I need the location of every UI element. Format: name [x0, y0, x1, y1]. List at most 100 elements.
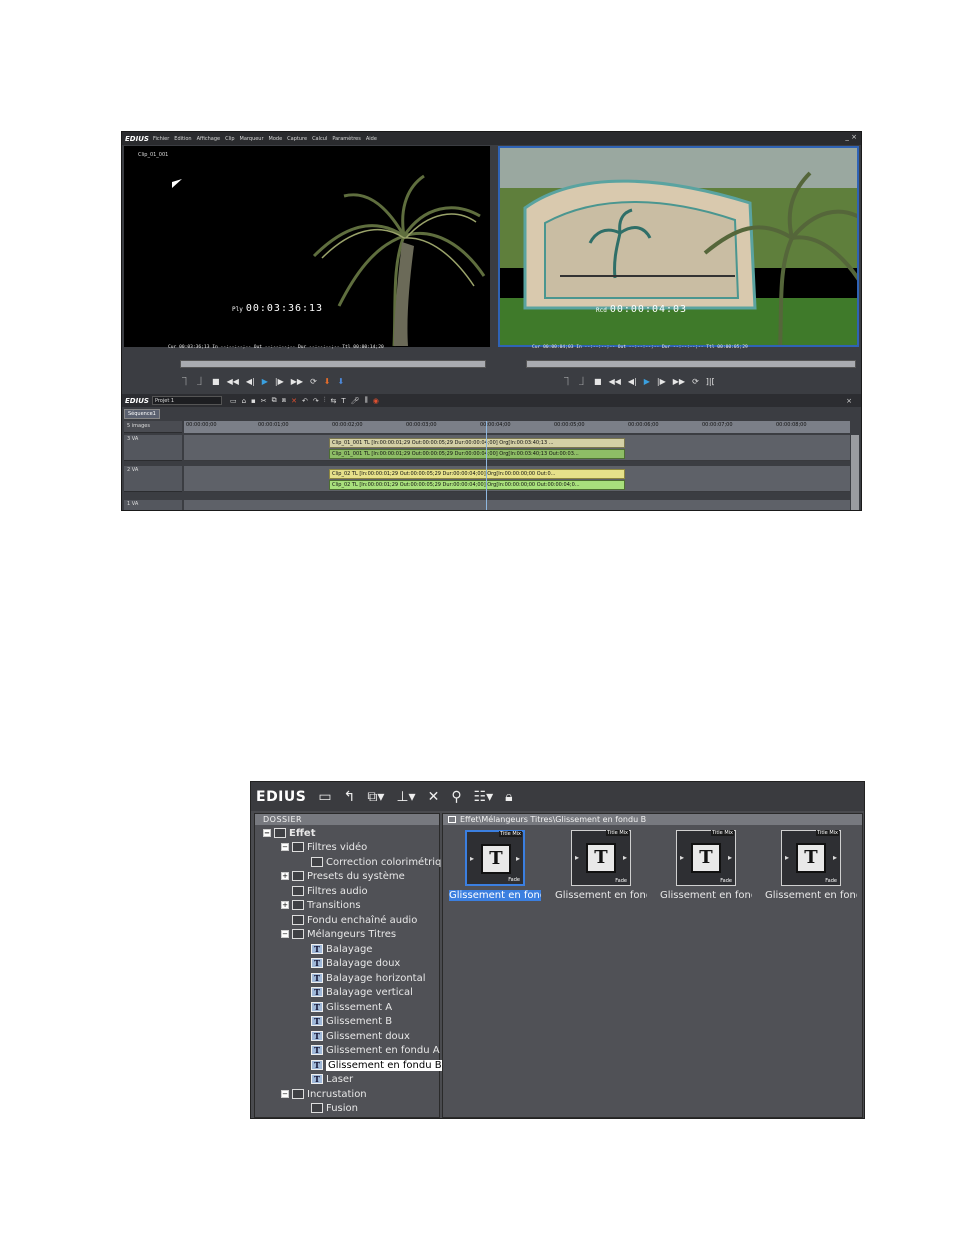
overwrite-icon[interactable]: ⬇: [337, 377, 344, 386]
step-back-icon[interactable]: ◀|: [246, 377, 255, 386]
properties-icon[interactable]: ⚲: [451, 789, 461, 805]
stop-icon[interactable]: ■: [212, 377, 220, 386]
tree-item-incrustation[interactable]: − Incrustation: [281, 1089, 367, 1101]
tree-item-presets-systeme[interactable]: + Presets du système: [281, 871, 405, 883]
tree-item-balayage-horizontal[interactable]: T Balayage horizontal: [311, 973, 426, 985]
effect-thumbnail[interactable]: Title Mix ▸ T ▸ Fade: [571, 830, 631, 886]
rec-mark-out-icon[interactable]: ⏌: [579, 376, 587, 387]
undo-icon[interactable]: ↶: [302, 397, 308, 405]
clip-video-2va[interactable]: Clip_02 TL [In:00:00:01;29 Out:00:00:05;…: [329, 469, 625, 479]
split-icon[interactable]: ⫶: [324, 396, 326, 405]
clip-audio-2va[interactable]: Clip_02 TL [In:00:00:01;29 Out:00:00:05;…: [329, 480, 625, 490]
window-controls[interactable]: _ ×: [845, 133, 857, 141]
tree-item-balayage-vertical[interactable]: T Balayage vertical: [311, 987, 413, 999]
rec-trim-icon[interactable]: ]|[: [706, 377, 715, 386]
view-mode-icon[interactable]: ☷▾: [474, 789, 494, 805]
tree-item-fondu-audio[interactable]: Fondu enchaîné audio: [292, 915, 417, 927]
mixer-icon[interactable]: ⫼: [365, 396, 368, 405]
play-icon[interactable]: ▶: [262, 377, 268, 386]
expand-icon[interactable]: +: [281, 901, 289, 909]
up-folder-icon[interactable]: ↰: [344, 789, 356, 805]
project-name-field[interactable]: Projet 1: [151, 396, 222, 405]
track-lane-2va[interactable]: Clip_02 TL [In:00:00:01;29 Out:00:00:05;…: [184, 466, 850, 492]
menu-capture[interactable]: Capture: [287, 136, 307, 142]
paste-icon[interactable]: ⧈: [282, 396, 286, 405]
timeline-ruler[interactable]: 00:00:00;00 00:00:01;00 00:00:02;00 00:0…: [184, 421, 850, 433]
player-scrub-bar[interactable]: [180, 360, 486, 368]
tree-item-filtres-video[interactable]: − Filtres vidéo: [281, 842, 367, 854]
open-project-icon[interactable]: ⌂: [242, 397, 246, 405]
tree-item-melangeurs-titres[interactable]: − Mélangeurs Titres: [281, 929, 396, 941]
tree-item-filtres-audio[interactable]: Filtres audio: [292, 886, 368, 898]
tree-item-glissement-doux[interactable]: T Glissement doux: [311, 1031, 410, 1043]
tree-item-balayage[interactable]: T Balayage: [311, 944, 372, 956]
menu-aide[interactable]: Aide: [366, 136, 377, 142]
voiceover-icon[interactable]: 🎤︎: [351, 397, 360, 405]
rec-loop-icon[interactable]: ⟳: [692, 377, 699, 386]
new-project-icon[interactable]: ▭: [230, 397, 237, 405]
step-forward-icon[interactable]: |▶: [275, 377, 284, 386]
menu-clip[interactable]: Clip: [225, 136, 234, 142]
collapse-icon[interactable]: −: [281, 930, 289, 938]
menu-calcul[interactable]: Calcul: [312, 136, 327, 142]
rec-step-back-icon[interactable]: ◀|: [628, 377, 637, 386]
record-icon[interactable]: ◉: [373, 397, 379, 405]
rewind-icon[interactable]: ◀◀: [227, 377, 239, 386]
effect-label[interactable]: Glissement en fond...: [660, 890, 752, 901]
effect-label[interactable]: Glissement en fond...: [449, 890, 541, 901]
delete-effect-icon[interactable]: ✕: [428, 789, 440, 805]
mark-in-icon[interactable]: ⏋: [182, 376, 190, 387]
rec-fast-forward-icon[interactable]: ▶▶: [673, 377, 685, 386]
delete-icon[interactable]: ✕: [291, 397, 297, 405]
track-header-1va[interactable]: 1 VA: [124, 500, 182, 510]
sequence-tab[interactable]: Séquence1: [124, 409, 160, 419]
menu-marqueur[interactable]: Marqueur: [240, 136, 264, 142]
apply-effect-icon[interactable]: ⊥▾: [396, 789, 415, 805]
tree-item-glissement-b[interactable]: T Glissement B: [311, 1016, 392, 1028]
track-header-2va[interactable]: 2 VA: [124, 466, 182, 492]
collapse-icon[interactable]: −: [281, 843, 289, 851]
cut-icon[interactable]: ✂: [261, 397, 267, 405]
tree-item-glissement-fondu-b[interactable]: T Glissement en fondu B: [311, 1060, 444, 1072]
effect-thumbnail[interactable]: Title Mix ▸ T ▸ Fade: [465, 830, 525, 886]
copy-effect-icon[interactable]: ⧉▾: [367, 789, 384, 805]
expand-icon[interactable]: +: [281, 872, 289, 880]
tree-item-balayage-doux[interactable]: T Balayage doux: [311, 958, 400, 970]
tree-item-glissement-fondu-a[interactable]: T Glissement en fondu A: [311, 1045, 440, 1057]
menu-mode[interactable]: Mode: [269, 136, 283, 142]
loop-icon[interactable]: ⟳: [310, 377, 317, 386]
rec-step-forward-icon[interactable]: |▶: [657, 377, 666, 386]
fast-forward-icon[interactable]: ▶▶: [291, 377, 303, 386]
redo-icon[interactable]: ↷: [313, 397, 319, 405]
rec-mark-in-icon[interactable]: ⏋: [564, 376, 572, 387]
track-header-3va[interactable]: 3 VA: [124, 435, 182, 461]
mark-out-icon[interactable]: ⏌: [197, 376, 205, 387]
effect-label[interactable]: Glissement en fond...: [555, 890, 647, 901]
menu-fichier[interactable]: Fichier: [153, 136, 169, 142]
menu-affichage[interactable]: Affichage: [197, 136, 221, 142]
timeline-cursor[interactable]: [486, 421, 487, 510]
folder-view-icon[interactable]: ▭: [318, 789, 331, 805]
rec-play-icon[interactable]: ▶: [644, 377, 650, 386]
tree-item-effet[interactable]: − Effet: [263, 828, 316, 840]
clip-video-3va[interactable]: Clip_01_001 TL [In:00:00:01;29 Out:00:00…: [329, 438, 625, 448]
effect-thumbnail[interactable]: Title Mix ▸ T ▸ Fade: [781, 830, 841, 886]
menu-parametres[interactable]: Paramètres: [332, 136, 361, 142]
tree-item-glissement-a[interactable]: T Glissement A: [311, 1002, 392, 1014]
insert-icon[interactable]: ⬇: [324, 377, 331, 386]
rec-rewind-icon[interactable]: ◀◀: [609, 377, 621, 386]
effect-thumbnail[interactable]: Title Mix ▸ T ▸ Fade: [676, 830, 736, 886]
effect-label[interactable]: Glissement en fond...: [765, 890, 857, 901]
clip-audio-3va[interactable]: Clip_01_001 TL [In:00:00:01;29 Out:00:00…: [329, 449, 625, 459]
timeline-scrollbar[interactable]: [851, 435, 859, 510]
title-icon[interactable]: T: [341, 397, 345, 405]
collapse-icon[interactable]: −: [263, 829, 271, 837]
rec-stop-icon[interactable]: ■: [594, 377, 602, 386]
tree-item-fusion[interactable]: Fusion: [311, 1103, 358, 1115]
copy-icon[interactable]: ⧉: [272, 396, 277, 405]
tree-item-transitions[interactable]: + Transitions: [281, 900, 361, 912]
collapse-icon[interactable]: −: [281, 1090, 289, 1098]
recorder-scrub-bar[interactable]: [526, 360, 856, 368]
zoom-control[interactable]: 5 images: [124, 421, 182, 433]
track-lane-1va[interactable]: [184, 500, 850, 510]
